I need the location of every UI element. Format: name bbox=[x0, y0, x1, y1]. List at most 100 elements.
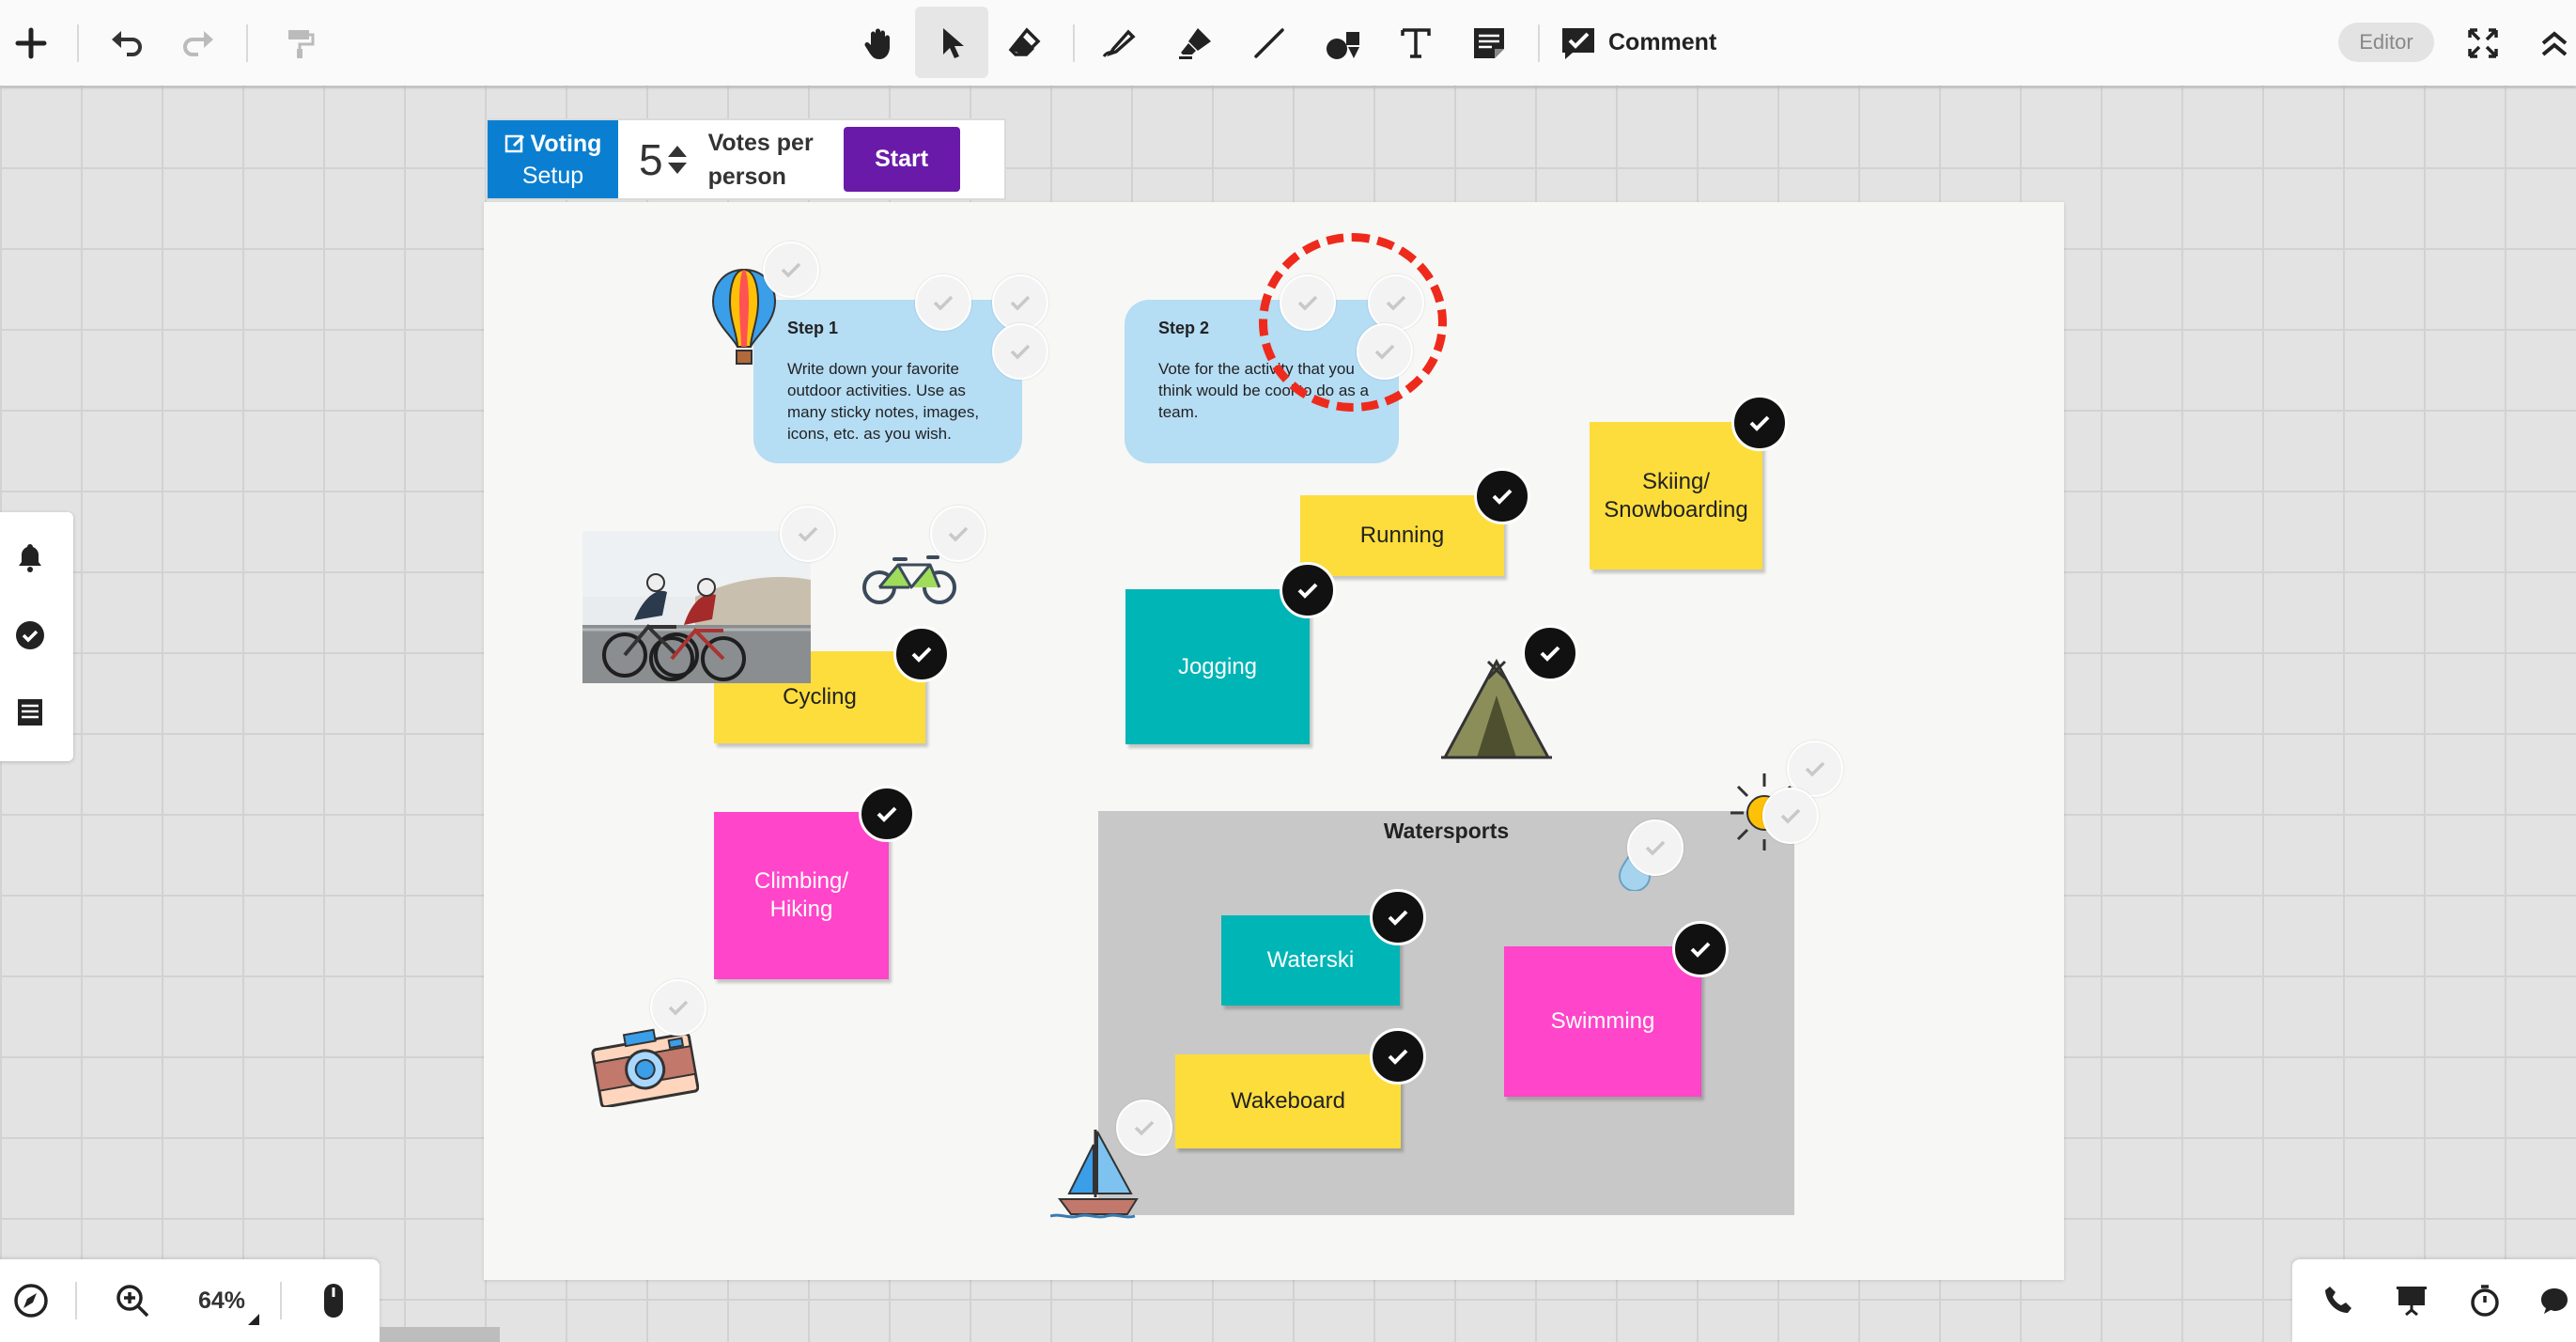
vote-check-empty[interactable] bbox=[763, 242, 819, 298]
vote-check-empty[interactable] bbox=[1357, 323, 1413, 380]
check-icon bbox=[1388, 910, 1408, 926]
voting-edit-icon bbox=[504, 134, 524, 152]
vote-check-empty[interactable] bbox=[1762, 788, 1819, 844]
vote-check-empty[interactable] bbox=[1116, 1100, 1172, 1156]
notifications-button[interactable] bbox=[0, 529, 60, 585]
step-1-title: Step 1 bbox=[787, 319, 839, 337]
comment-tool-button[interactable]: Comment bbox=[1560, 0, 1738, 86]
check-icon bbox=[668, 1000, 689, 1016]
toolbar-divider bbox=[1073, 24, 1075, 62]
navigation-bar: 64% bbox=[0, 1259, 380, 1342]
fullscreen-button[interactable] bbox=[2461, 0, 2505, 86]
vote-check-empty[interactable] bbox=[650, 979, 706, 1036]
sticky-running[interactable]: Running bbox=[1300, 495, 1504, 576]
check-icon bbox=[1492, 489, 1513, 505]
vote-check-empty[interactable] bbox=[1280, 274, 1336, 331]
camera-icon[interactable] bbox=[590, 1024, 699, 1107]
cycling-photo[interactable] bbox=[582, 531, 811, 683]
bell-icon bbox=[19, 544, 41, 572]
mouse-mode-button[interactable] bbox=[310, 1259, 357, 1342]
vote-check-skiing[interactable] bbox=[1731, 395, 1788, 451]
hand-tool-button[interactable] bbox=[857, 0, 900, 86]
highlighter-icon bbox=[1179, 27, 1211, 59]
chevron-down-icon[interactable] bbox=[667, 162, 688, 175]
collapse-toolbar-button[interactable] bbox=[2533, 0, 2576, 86]
select-tool-button[interactable] bbox=[930, 0, 973, 86]
sticky-climbing[interactable]: Climbing/ Hiking bbox=[714, 812, 889, 979]
voting-setup-button[interactable]: Voting Setup bbox=[488, 120, 618, 198]
check-icon bbox=[1388, 1049, 1408, 1065]
voting-setup-bar: Voting Setup 5 Votes per person Start bbox=[486, 118, 1006, 200]
line-tool-button[interactable] bbox=[1248, 0, 1291, 86]
select-arrow-icon bbox=[943, 27, 964, 58]
sticky-note-tool-button[interactable] bbox=[1467, 0, 1511, 86]
tasks-button[interactable] bbox=[0, 607, 60, 663]
vote-check-jogging[interactable] bbox=[1280, 562, 1336, 618]
vote-check-waterski[interactable] bbox=[1370, 889, 1426, 945]
add-button[interactable] bbox=[9, 0, 53, 86]
zoom-in-button[interactable] bbox=[109, 1259, 156, 1342]
vote-check-cycling[interactable] bbox=[893, 626, 950, 682]
horizontal-scrollbar-thumb[interactable] bbox=[380, 1327, 500, 1342]
voting-setup-label-1: Voting bbox=[530, 130, 602, 157]
call-button[interactable] bbox=[2315, 1259, 2362, 1342]
vote-check-empty[interactable] bbox=[1627, 819, 1684, 876]
vote-check-empty[interactable] bbox=[992, 323, 1048, 380]
redo-icon bbox=[183, 30, 213, 56]
votes-count-value[interactable]: 5 bbox=[639, 134, 663, 185]
sticky-skiing[interactable]: Skiing/ Snowboarding bbox=[1590, 422, 1762, 570]
check-icon bbox=[1297, 295, 1318, 311]
sticky-wakeboard[interactable]: Wakeboard bbox=[1175, 1054, 1401, 1148]
outline-button[interactable] bbox=[0, 684, 60, 741]
step-2-title: Step 2 bbox=[1158, 319, 1210, 337]
vote-check-wakeboard[interactable] bbox=[1370, 1028, 1426, 1085]
navbar-divider bbox=[75, 1282, 77, 1319]
check-icon bbox=[1645, 840, 1666, 856]
toolbar-divider bbox=[77, 24, 79, 62]
undo-button[interactable] bbox=[105, 0, 148, 86]
check-icon bbox=[1374, 344, 1395, 360]
chat-button[interactable] bbox=[2533, 1259, 2576, 1342]
check-icon bbox=[1386, 295, 1406, 311]
vote-check-empty[interactable] bbox=[915, 274, 971, 331]
format-painter-button[interactable] bbox=[278, 0, 321, 86]
presentation-button[interactable] bbox=[2388, 1259, 2435, 1342]
vote-check-swimming[interactable] bbox=[1672, 921, 1729, 977]
check-icon bbox=[1690, 942, 1711, 958]
step-1-card[interactable]: Step 1 Write down your favorite outdoor … bbox=[753, 300, 1022, 463]
line-icon bbox=[1254, 27, 1284, 58]
vote-check-climbing[interactable] bbox=[859, 786, 915, 842]
highlighter-tool-button[interactable] bbox=[1174, 0, 1218, 86]
vote-check-empty[interactable] bbox=[1368, 274, 1424, 331]
timer-button[interactable] bbox=[2461, 1259, 2508, 1342]
start-voting-button[interactable]: Start bbox=[843, 127, 960, 192]
sticky-swimming[interactable]: Swimming bbox=[1504, 946, 1701, 1097]
navigator-button[interactable] bbox=[8, 1259, 54, 1342]
chevron-up-icon[interactable] bbox=[667, 145, 688, 158]
vote-check-empty[interactable] bbox=[930, 506, 986, 562]
sticky-jogging[interactable]: Jogging bbox=[1125, 589, 1310, 744]
text-icon bbox=[1401, 27, 1431, 58]
zoom-level-dropdown[interactable]: 64% bbox=[184, 1259, 259, 1342]
check-icon bbox=[948, 526, 969, 542]
step-1-body: Write down your favorite outdoor activit… bbox=[787, 360, 980, 443]
corner-arrow-icon bbox=[248, 1314, 259, 1325]
check-icon bbox=[877, 806, 897, 822]
eraser-tool-button[interactable] bbox=[1003, 0, 1047, 86]
check-icon bbox=[1805, 761, 1825, 777]
presentation-icon bbox=[2397, 1287, 2427, 1317]
text-tool-button[interactable] bbox=[1394, 0, 1437, 86]
vote-check-tent[interactable] bbox=[1522, 625, 1578, 681]
redo-button[interactable] bbox=[177, 0, 220, 86]
collapse-icon bbox=[2541, 30, 2568, 56]
vote-check-empty[interactable] bbox=[992, 274, 1048, 331]
side-panel bbox=[0, 512, 73, 761]
mouse-icon bbox=[324, 1284, 343, 1318]
shapes-tool-button[interactable] bbox=[1321, 0, 1364, 86]
pen-tool-button[interactable] bbox=[1097, 0, 1141, 86]
vote-check-empty[interactable] bbox=[780, 506, 836, 562]
votes-stepper[interactable] bbox=[667, 145, 688, 175]
check-icon bbox=[1780, 808, 1801, 824]
editor-mode-badge[interactable]: Editor bbox=[2338, 23, 2434, 62]
vote-check-running[interactable] bbox=[1474, 468, 1530, 524]
